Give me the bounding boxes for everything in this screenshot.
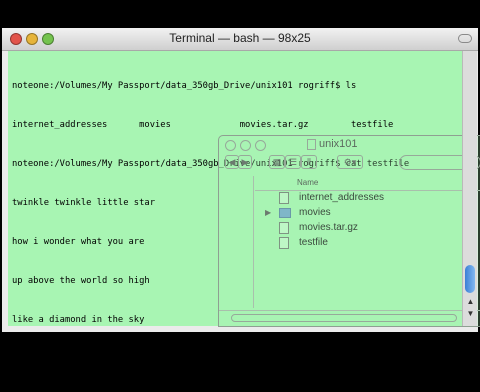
close-button[interactable] bbox=[10, 33, 22, 45]
terminal-titlebar[interactable]: Terminal — bash — 98x25 bbox=[2, 28, 478, 51]
horizontal-scrollbar[interactable] bbox=[231, 314, 457, 322]
item-name: testfile bbox=[299, 237, 328, 248]
item-name: movies bbox=[299, 207, 331, 218]
folder-icon bbox=[279, 208, 291, 218]
list-item[interactable]: movies.tar.gz bbox=[255, 222, 480, 236]
finder-titlebar[interactable]: unix101 bbox=[219, 136, 480, 154]
folder-icon bbox=[307, 139, 316, 150]
text-cursor bbox=[377, 353, 383, 363]
scrollbar-thumb[interactable] bbox=[465, 265, 475, 293]
list-item[interactable]: internet_addresses bbox=[255, 192, 480, 206]
document-icon bbox=[279, 222, 289, 234]
scroll-up-arrow[interactable]: ▲ bbox=[466, 297, 475, 306]
document-icon bbox=[279, 237, 289, 249]
document-icon bbox=[279, 192, 289, 204]
zoom-button[interactable] bbox=[42, 33, 54, 45]
finder-close-button[interactable] bbox=[225, 140, 236, 151]
name-column-header[interactable]: Name bbox=[255, 178, 480, 191]
forward-button[interactable]: ▶ bbox=[238, 155, 252, 169]
finder-minimize-button[interactable] bbox=[240, 140, 251, 151]
finder-window[interactable]: unix101 ◀ ▶ ▦ ☰ ⫴ ⚙▾ Name internet_addre… bbox=[218, 135, 480, 327]
window-title: Terminal — bash — 98x25 bbox=[169, 31, 311, 45]
column-header-label: Name bbox=[297, 178, 319, 187]
item-name: internet_addresses bbox=[299, 192, 385, 203]
minimize-button[interactable] bbox=[26, 33, 38, 45]
list-item[interactable]: ▶ movies bbox=[255, 207, 480, 221]
finder-status-bar bbox=[219, 310, 480, 326]
action-gear-button[interactable]: ⚙▾ bbox=[337, 155, 363, 169]
list-item[interactable]: testfile bbox=[255, 237, 480, 251]
item-name: movies.tar.gz bbox=[299, 222, 358, 233]
terminal-line: internet_addresses movies movies.tar.gz … bbox=[12, 120, 394, 130]
finder-zoom-button[interactable] bbox=[255, 140, 266, 151]
toolbar-toggle-button[interactable] bbox=[458, 34, 472, 43]
icon-view-button[interactable]: ▦ bbox=[269, 155, 285, 169]
disclosure-triangle-icon[interactable]: ▶ bbox=[265, 208, 271, 217]
finder-sidebar[interactable] bbox=[219, 176, 254, 308]
finder-title: unix101 bbox=[319, 138, 358, 150]
back-button[interactable]: ◀ bbox=[225, 155, 239, 169]
scroll-down-arrow[interactable]: ▼ bbox=[466, 309, 475, 318]
vertical-scrollbar[interactable]: ▲ ▼ bbox=[462, 51, 477, 326]
column-view-button[interactable]: ⫴ bbox=[301, 155, 317, 169]
terminal-line: noteone:/Volumes/My Passport/data_350gb_… bbox=[12, 81, 357, 91]
finder-toolbar: ◀ ▶ ▦ ☰ ⫴ ⚙▾ bbox=[219, 154, 480, 176]
prompt-input-text[interactable]: noteone:/Volumes/My Passport/data_350gb_… bbox=[12, 355, 377, 365]
list-view-button[interactable]: ☰ bbox=[285, 155, 301, 169]
